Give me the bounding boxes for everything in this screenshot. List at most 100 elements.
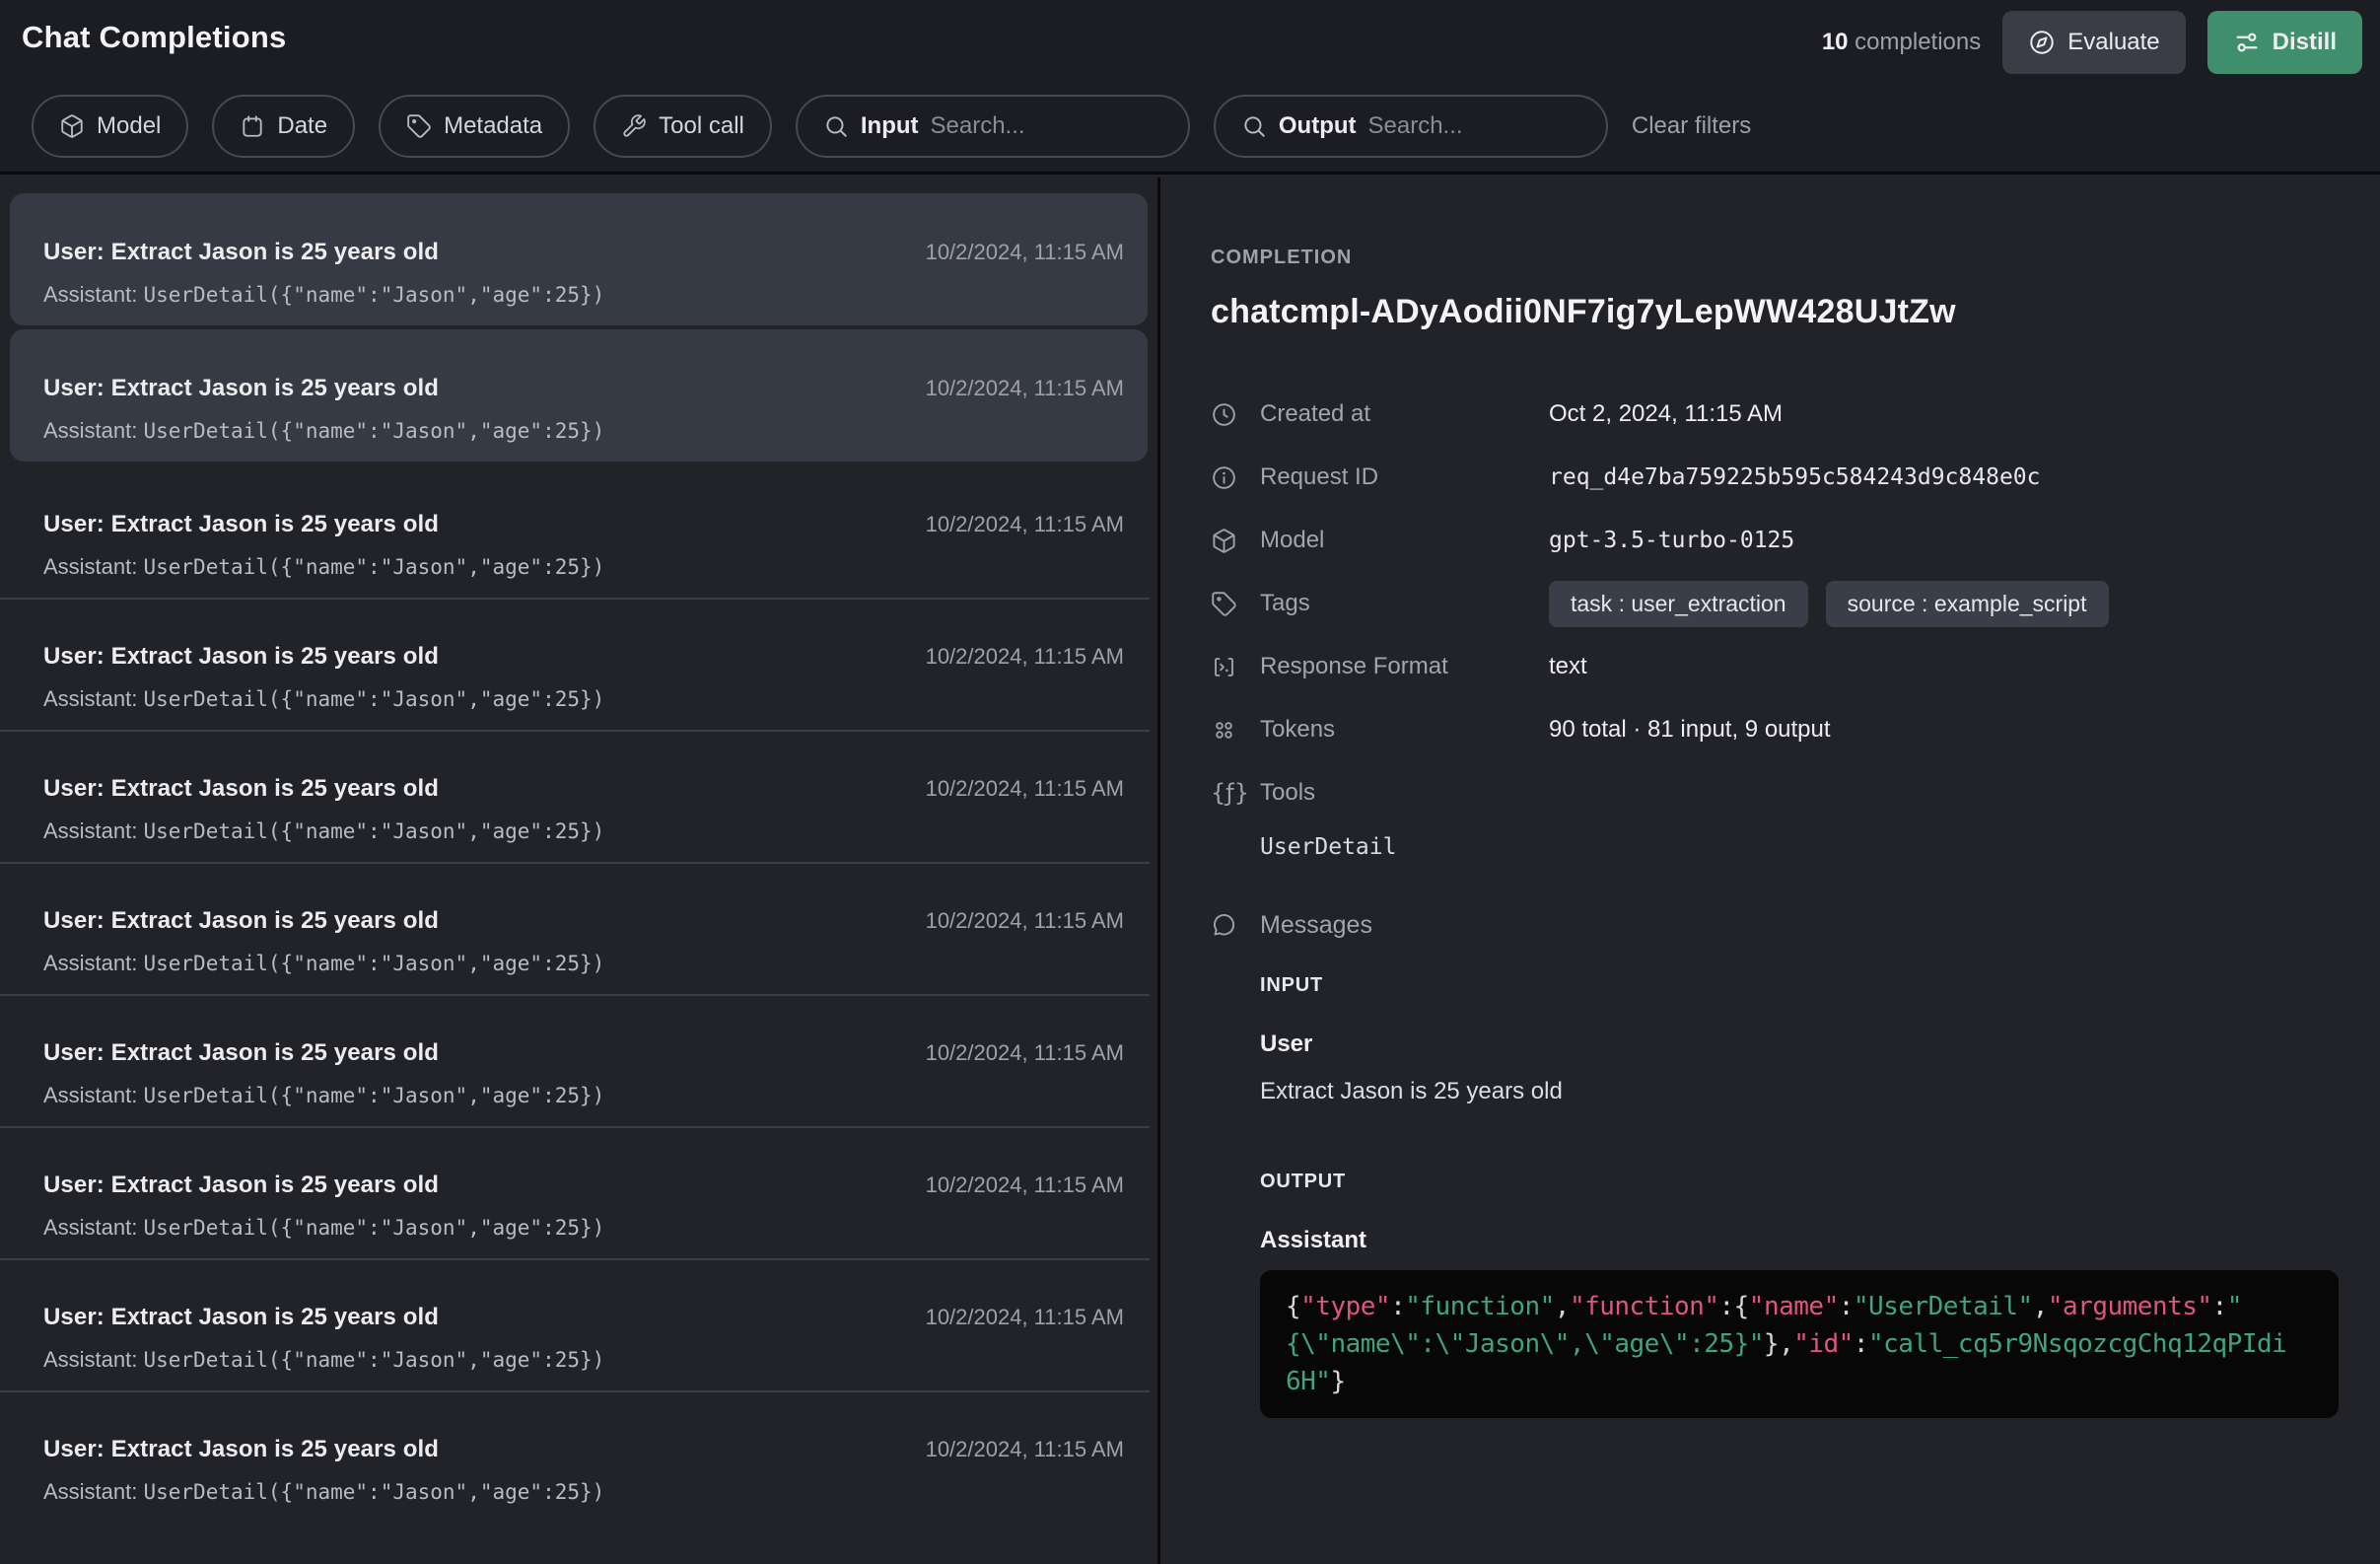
completion-list-item[interactable]: User: Extract Jason is 25 years old 10/2… [0,994,1157,1126]
clock-icon [1211,401,1260,428]
field-tokens: Tokens 90 total · 81 input, 9 output [1211,698,2341,761]
list-item-assistant-text: Assistant: UserDetail({"name":"Jason","a… [43,1083,1124,1108]
field-created-at: Created at Oct 2, 2024, 11:15 AM [1211,383,2341,446]
list-item-timestamp: 10/2/2024, 11:15 AM [926,908,1124,934]
request-id-value: req_d4e7ba759225b595c584243d9c848e0c [1549,464,2041,490]
list-item-timestamp: 10/2/2024, 11:15 AM [926,1040,1124,1066]
list-item-user-text: User: Extract Jason is 25 years old [43,907,439,935]
function-braces-icon: {ƒ} [1211,779,1260,807]
list-item-header: User: Extract Jason is 25 years old 10/2… [43,1172,1124,1199]
list-item-user-text: User: Extract Jason is 25 years old [43,643,439,671]
filter-metadata[interactable]: Metadata [379,95,570,158]
compass-icon [2028,29,2056,56]
completion-list-item[interactable]: User: Extract Jason is 25 years old 10/2… [0,730,1157,862]
filter-bar: Model Date Metadata Tool call Input [32,95,1751,158]
list-item-header: User: Extract Jason is 25 years old 10/2… [43,375,1124,402]
field-tools: {ƒ} Tools [1211,761,2341,824]
wrench-icon [621,113,647,139]
list-item-user-text: User: Extract Jason is 25 years old [43,1172,439,1199]
completion-section-label: COMPLETION [1211,247,2341,269]
tools-value: UserDetail [1260,834,2341,860]
input-search-label: Input [861,112,919,140]
filter-model[interactable]: Model [32,95,188,158]
output-search-label: Output [1279,112,1357,140]
cube-icon [1211,528,1260,554]
cube-icon [59,113,85,139]
list-item-user-text: User: Extract Jason is 25 years old [43,1436,439,1463]
search-icon [823,113,849,139]
list-item-assistant-text: Assistant: UserDetail({"name":"Jason","a… [43,1215,1124,1241]
field-label: Tags [1260,590,1549,617]
input-search-pill[interactable]: Input [796,95,1190,158]
field-label: Tools [1260,779,1549,807]
calendar-icon [240,113,265,139]
completions-count-label: completions [1849,29,1982,55]
clear-filters-button[interactable]: Clear filters [1632,112,1751,140]
output-search-field[interactable] [1368,112,1580,140]
field-model: Model gpt-3.5-turbo-0125 [1211,509,2341,572]
messages-section-header: Messages [1211,905,2341,945]
completion-list-item[interactable]: User: Extract Jason is 25 years old 10/2… [0,1258,1157,1390]
tokens-value: 90 total · 81 input, 9 output [1549,716,1831,744]
completions-count: 10 completions [1822,29,1981,56]
model-value: gpt-3.5-turbo-0125 [1549,528,1794,553]
completion-list-item[interactable]: User: Extract Jason is 25 years old 10/2… [10,329,1148,462]
list-item-header: User: Extract Jason is 25 years old 10/2… [43,511,1124,538]
dots-grid-icon [1211,717,1260,744]
distill-label: Distill [2273,29,2337,56]
completion-list-item[interactable]: User: Extract Jason is 25 years old 10/2… [0,465,1157,598]
list-item-timestamp: 10/2/2024, 11:15 AM [926,1173,1124,1198]
completion-list-item[interactable]: User: Extract Jason is 25 years old 10/2… [0,598,1157,730]
user-role-label: User [1260,1031,2341,1058]
completion-fields: Created at Oct 2, 2024, 11:15 AM Request… [1211,383,2341,860]
sliders-icon [2233,29,2261,56]
code-brackets-icon [1211,654,1260,680]
tag-chips: task : user_extraction source : example_… [1549,581,2109,627]
completion-list-item[interactable]: User: Extract Jason is 25 years old 10/2… [0,1126,1157,1258]
list-item-header: User: Extract Jason is 25 years old 10/2… [43,775,1124,803]
field-label: Created at [1260,400,1549,428]
distill-button[interactable]: Distill [2207,11,2362,74]
output-search-pill[interactable]: Output [1214,95,1608,158]
list-item-user-text: User: Extract Jason is 25 years old [43,239,439,266]
field-response-format: Response Format text [1211,635,2341,698]
list-item-assistant-text: Assistant: UserDetail({"name":"Jason","a… [43,1347,1124,1373]
field-tags: Tags task : user_extraction source : exa… [1211,572,2341,635]
completion-list-item[interactable]: User: Extract Jason is 25 years old 10/2… [0,1390,1157,1523]
field-request-id: Request ID req_d4e7ba759225b595c584243d9… [1211,446,2341,509]
filter-tool-call-label: Tool call [659,112,744,140]
tag-icon [406,113,432,139]
info-icon [1211,464,1260,491]
tag-icon [1211,591,1260,617]
evaluate-label: Evaluate [2067,29,2159,56]
evaluate-button[interactable]: Evaluate [2002,11,2185,74]
tag-chip: source : example_script [1826,581,2109,627]
list-item-assistant-text: Assistant: UserDetail({"name":"Jason","a… [43,818,1124,844]
filter-tool-call[interactable]: Tool call [594,95,772,158]
filter-date[interactable]: Date [212,95,355,158]
output-heading: OUTPUT [1260,1171,2341,1193]
list-item-timestamp: 10/2/2024, 11:15 AM [926,1305,1124,1330]
list-item-assistant-text: Assistant: UserDetail({"name":"Jason","a… [43,686,1124,712]
field-label: Request ID [1260,463,1549,491]
assistant-role-label: Assistant [1260,1227,2341,1254]
input-search-field[interactable] [931,112,1162,140]
completion-list-item[interactable]: User: Extract Jason is 25 years old 10/2… [0,862,1157,994]
user-message-text: Extract Jason is 25 years old [1260,1078,2341,1105]
field-label: Tokens [1260,716,1549,744]
page-title: Chat Completions [22,20,286,55]
list-item-assistant-text: Assistant: UserDetail({"name":"Jason","a… [43,1479,1124,1505]
list-item-assistant-text: Assistant: UserDetail({"name":"Jason","a… [43,554,1124,580]
list-item-user-text: User: Extract Jason is 25 years old [43,375,439,402]
header: Chat Completions 10 completions Evaluate… [0,0,2380,175]
completion-id-title: chatcmpl-ADyAodii0NF7ig7yLepWW428UJtZw [1211,293,2341,331]
list-item-header: User: Extract Jason is 25 years old 10/2… [43,907,1124,935]
completion-list-item[interactable]: User: Extract Jason is 25 years old 10/2… [10,193,1148,325]
completions-list: User: Extract Jason is 25 years old 10/2… [0,178,1157,1564]
input-heading: INPUT [1260,974,2341,997]
header-actions: 10 completions Evaluate Distill [1822,10,2362,75]
list-item-header: User: Extract Jason is 25 years old 10/2… [43,643,1124,671]
completion-detail-panel: COMPLETION chatcmpl-ADyAodii0NF7ig7yLepW… [1160,178,2380,1564]
search-icon [1241,113,1267,139]
list-item-header: User: Extract Jason is 25 years old 10/2… [43,1039,1124,1067]
